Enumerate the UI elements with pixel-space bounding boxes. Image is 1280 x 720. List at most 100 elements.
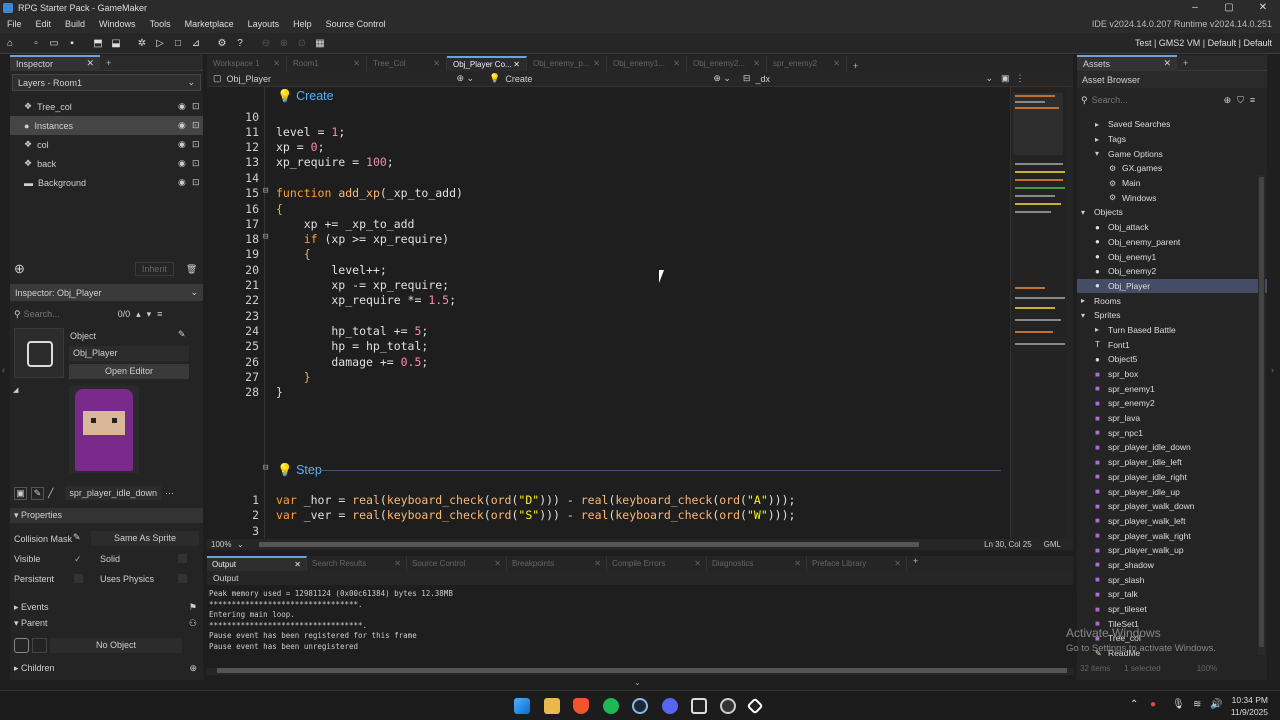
close-icon[interactable]: ✕	[294, 560, 301, 569]
spotify-icon[interactable]	[603, 698, 619, 714]
tab-source-control[interactable]: Source Control ✕	[407, 556, 507, 571]
menu-tools[interactable]: Tools	[143, 19, 178, 29]
add-layer-icon[interactable]: ⊕	[14, 261, 25, 277]
target-selector[interactable]: Test | GMS2 VM | Default | Default	[1135, 38, 1272, 48]
asset-item[interactable]: ■ spr_player_walk_left	[1077, 514, 1267, 529]
asset-item[interactable]: ▾ Objects	[1077, 205, 1267, 220]
close-icon[interactable]: ✕	[593, 59, 600, 68]
chevron-down-icon[interactable]: ⌄	[237, 540, 251, 549]
steam-icon[interactable]	[632, 698, 648, 714]
close-icon[interactable]: ✕	[673, 59, 680, 68]
asset-item[interactable]: ⚙ GX.games	[1077, 161, 1267, 176]
parent-edit-icon[interactable]	[32, 637, 47, 653]
menu-icon[interactable]: ≡	[1250, 95, 1255, 105]
microphone-icon[interactable]: 🎙	[1172, 699, 1185, 710]
tab-search-results[interactable]: Search Results ✕	[307, 556, 407, 571]
asset-item[interactable]: ▸ Saved Searches	[1077, 117, 1267, 132]
maximize-icon[interactable]: ▣	[1001, 73, 1010, 84]
asset-item[interactable]: ▸ Rooms	[1077, 293, 1267, 308]
zoom-in-icon[interactable]: ⊕	[276, 35, 292, 51]
tab-inspector[interactable]: Inspector ✕	[10, 54, 100, 71]
inherit-button[interactable]: Inherit	[134, 262, 174, 276]
close-icon[interactable]: ✕	[833, 59, 840, 68]
gamemaker-taskbar-icon[interactable]	[691, 698, 707, 714]
close-icon[interactable]: ✕	[494, 559, 501, 568]
close-icon[interactable]: ✕	[513, 60, 520, 69]
collapse-right-icon[interactable]: ›	[1271, 365, 1274, 375]
menu-layouts[interactable]: Layouts	[241, 19, 287, 29]
parent-section[interactable]: ▾ Parent ⚇	[10, 616, 203, 631]
output-scrollbar[interactable]	[207, 668, 1073, 675]
properties-section[interactable]: ▾ Properties	[10, 508, 203, 523]
collision-mask-selector[interactable]: Same As Sprite	[91, 531, 199, 546]
asset-item[interactable]: ■ spr_player_idle_up	[1077, 484, 1267, 499]
search-input[interactable]: Search...	[24, 309, 118, 319]
stop-icon[interactable]: □	[170, 35, 186, 51]
close-icon[interactable]: ✕	[433, 59, 440, 68]
debug-icon[interactable]: ✲	[134, 35, 150, 51]
discord-icon[interactable]	[662, 698, 678, 714]
tab-room1[interactable]: Room1 ✕	[287, 56, 367, 71]
asset-item[interactable]: ▸ Turn Based Battle	[1077, 323, 1267, 338]
new-project-icon[interactable]: ▫	[28, 35, 44, 51]
asset-item[interactable]: ■ spr_shadow	[1077, 558, 1267, 573]
subtab-object[interactable]: Obj_Player	[227, 74, 457, 84]
tab-spr-enemy2[interactable]: spr_enemy2 ✕	[767, 56, 847, 71]
eye-icon[interactable]: ◉	[178, 120, 186, 131]
close-icon[interactable]: ✕	[753, 59, 760, 68]
subtab-event[interactable]: Create	[505, 74, 713, 84]
asset-item[interactable]: ■ spr_player_walk_down	[1077, 499, 1267, 514]
parent-object-icon[interactable]	[14, 637, 29, 653]
subtab-file[interactable]: _dx	[755, 74, 985, 84]
obs-icon[interactable]	[720, 698, 736, 714]
mask-edit-icon[interactable]: ✎	[73, 532, 81, 543]
grid-icon[interactable]: ▦	[312, 35, 328, 51]
file-explorer-icon[interactable]	[544, 698, 560, 714]
object-name-field[interactable]: Obj_Player	[69, 346, 189, 361]
tab-workspace[interactable]: Workspace 1 ✕	[207, 56, 287, 71]
clock-time[interactable]: 10:34 PM	[1228, 695, 1268, 705]
close-icon[interactable]: ✕	[394, 559, 401, 568]
sprite-selector[interactable]: spr_player_idle_down	[65, 486, 161, 500]
zoom-level[interactable]: 100%	[211, 540, 237, 549]
tab-obj-enemy-parent[interactable]: Obj_enemy_p... ✕	[527, 56, 607, 71]
layer-row[interactable]: ● Instances ◉ ⊡	[10, 116, 203, 135]
settings-icon[interactable]: ⚙	[214, 35, 230, 51]
add-tab-icon[interactable]: +	[100, 58, 117, 68]
asset-zoom[interactable]: 100%	[1197, 664, 1217, 673]
tab-diagnostics[interactable]: Diagnostics ✕	[707, 556, 807, 571]
visible-checkbox[interactable]: ✓	[74, 554, 82, 565]
tab-obj-player-code[interactable]: Obj_Player Co... ✕	[447, 56, 527, 71]
collapse-left-icon[interactable]: ‹	[2, 365, 5, 375]
tab-tree-col[interactable]: Tree_Col ✕	[367, 56, 447, 71]
asset-item[interactable]: ■ spr_box	[1077, 367, 1267, 382]
add-event-icon[interactable]: ⊕ ⌄	[457, 73, 475, 84]
asset-scrollbar[interactable]	[1258, 175, 1265, 655]
filter-icon[interactable]: ⛉	[1237, 95, 1244, 106]
menu-windows[interactable]: Windows	[92, 19, 143, 29]
fold-icon[interactable]: ⊟	[263, 232, 268, 242]
lock-icon[interactable]: ⊡	[192, 158, 200, 169]
asset-item[interactable]: ⚙ Main	[1077, 176, 1267, 191]
clean-icon[interactable]: ⊿	[188, 35, 204, 51]
asset-item[interactable]: ■ spr_player_idle_right	[1077, 470, 1267, 485]
menu-help[interactable]: Help	[286, 19, 319, 29]
eye-icon[interactable]: ◉	[178, 101, 186, 112]
zoom-reset-icon[interactable]: ⊙	[294, 35, 310, 51]
close-icon[interactable]: ✕	[86, 58, 94, 69]
asset-search-input[interactable]: Search...	[1092, 95, 1212, 105]
close-icon[interactable]: ✕	[353, 59, 360, 68]
menu-file[interactable]: File	[0, 19, 29, 29]
asset-item[interactable]: ▸ Tags	[1077, 132, 1267, 147]
layer-row[interactable]: ❖ back ◉ ⊡	[10, 154, 203, 173]
chevron-up-icon[interactable]: ⌃	[1130, 699, 1138, 710]
asset-item[interactable]: ■ spr_npc1	[1077, 425, 1267, 440]
more-icon[interactable]: ⋯	[165, 488, 174, 499]
asset-item[interactable]: ● Obj_enemy2	[1077, 264, 1267, 279]
events-section[interactable]: ▸ Events ⚑	[10, 600, 203, 615]
inspector-object-header[interactable]: Inspector: Obj_Player ⌄	[10, 284, 203, 301]
tray-app-icon[interactable]: ●	[1150, 699, 1156, 710]
asset-item[interactable]: ● Obj_Player	[1077, 278, 1267, 294]
tab-obj-enemy1[interactable]: Obj_enemy1... ✕	[607, 56, 687, 71]
add-tab-icon[interactable]: +	[847, 61, 864, 71]
